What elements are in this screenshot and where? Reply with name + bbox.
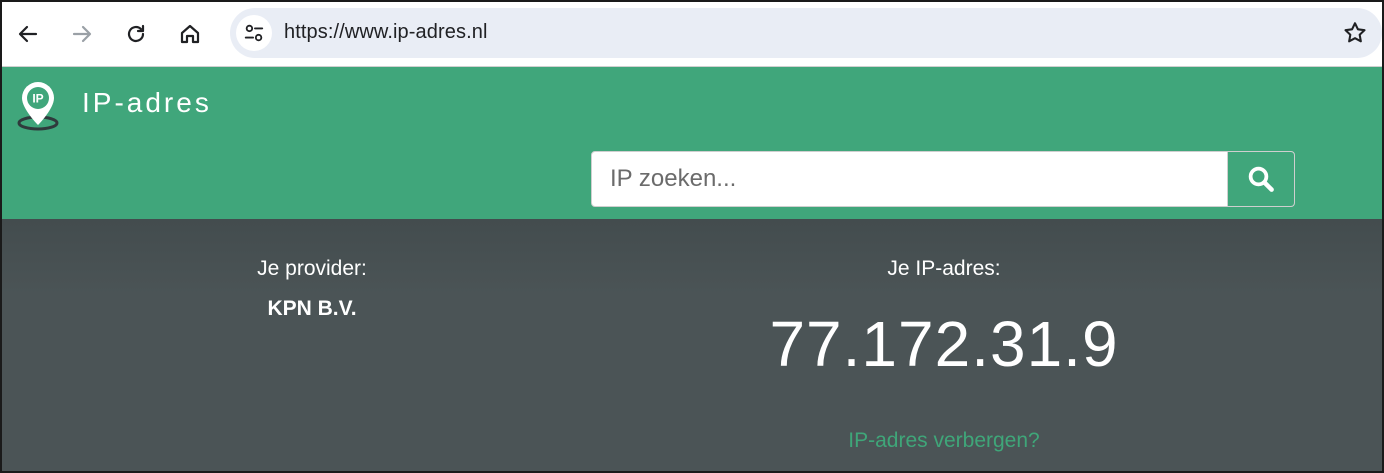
star-icon[interactable]	[1342, 20, 1368, 46]
search-form	[591, 151, 1295, 207]
ip-address-value: 77.172.31.9	[769, 308, 1119, 380]
browser-toolbar: https://www.ip-adres.nl	[2, 2, 1382, 67]
provider-value: KPN B.V.	[267, 297, 357, 320]
provider-label: Je provider:	[257, 257, 367, 280]
reload-button[interactable]	[118, 16, 154, 52]
browser-window: https://www.ip-adres.nl IP IP-adres Je p…	[0, 0, 1384, 473]
reload-icon	[127, 24, 145, 43]
tune-icon	[244, 24, 264, 42]
hide-ip-link[interactable]: IP-adres verbergen?	[744, 429, 1144, 453]
arrow-left-icon	[18, 25, 38, 43]
search-input[interactable]	[592, 152, 1228, 206]
arrow-right-icon	[72, 25, 92, 43]
url-text[interactable]: https://www.ip-adres.nl	[284, 21, 488, 44]
home-button[interactable]	[172, 16, 208, 52]
forward-button[interactable]	[64, 16, 100, 52]
ip-label: Je IP-adres:	[887, 257, 1001, 280]
site-logo-text[interactable]: IP-adres	[82, 87, 212, 119]
search-button[interactable]	[1227, 152, 1294, 206]
site-info-button[interactable]	[236, 15, 272, 51]
address-bar[interactable]: https://www.ip-adres.nl	[230, 8, 1382, 58]
site-header: IP IP-adres	[2, 67, 1382, 219]
search-icon	[1248, 166, 1274, 192]
home-icon	[180, 24, 200, 44]
back-button[interactable]	[10, 16, 46, 52]
ip-info-panel: Je provider: KPN B.V. Je IP-adres: 77.17…	[2, 219, 1382, 471]
logo-badge-text: IP	[32, 92, 43, 106]
location-pin-icon[interactable]: IP	[16, 81, 60, 131]
